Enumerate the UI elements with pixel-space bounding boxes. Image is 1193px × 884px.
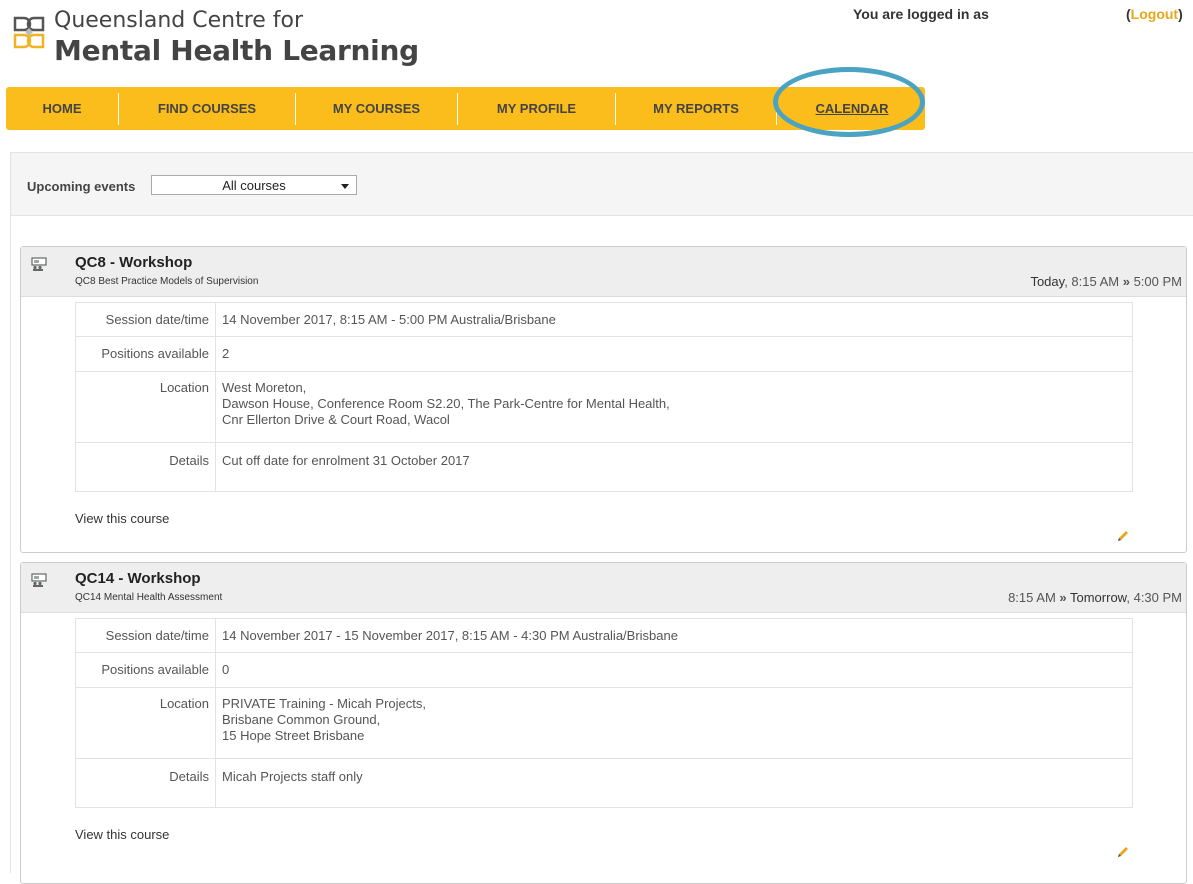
location-label: Location [75,687,216,759]
location-line: West Moreton, [222,380,307,395]
table-row: Session date/time 14 November 2017, 8:15… [75,302,1133,337]
details-value: Cut off date for enrolment 31 October 20… [215,442,1133,492]
location-line: Cnr Ellerton Drive & Court Road, Wacol [222,412,450,427]
event-card: QC8 - Workshop QC8 Best Practice Models … [20,246,1187,553]
event-day-link[interactable]: Today [1030,274,1064,289]
session-details-table: Session date/time 14 November 2017 - 15 … [75,618,1133,808]
nav-find-courses[interactable]: FIND COURSES [119,87,295,130]
view-course-link[interactable]: View this course [75,827,169,842]
nav-my-reports-label: MY REPORTS [653,101,739,116]
nav-my-profile[interactable]: MY PROFILE [458,87,615,130]
event-time-start: , 8:15 AM [1064,274,1123,289]
face-to-face-icon [31,573,47,587]
session-datetime-value: 14 November 2017 - 15 November 2017, 8:1… [222,628,678,643]
event-card: QC14 - Workshop QC14 Mental Health Asses… [20,562,1187,884]
event-title: QC8 - Workshop [75,254,193,271]
upcoming-events-label: Upcoming events [27,179,136,194]
nav-my-profile-label: MY PROFILE [496,101,577,116]
event-time-range: 8:15 AM » Tomorrow, 4:30 PM [1008,590,1182,605]
nav-my-courses[interactable]: MY COURSES [296,87,457,130]
session-datetime-label: Session date/time [75,302,216,337]
event-time-range: Today, 8:15 AM » 5:00 PM [1030,274,1182,289]
table-row: Details Cut off date for enrolment 31 Oc… [75,442,1133,492]
course-filter-value: All courses [222,178,286,193]
location-label: Location [75,371,216,443]
table-row: Location PRIVATE Training - Micah Projec… [75,687,1133,759]
table-row: Positions available 0 [75,652,1133,688]
location-line: Dawson House, Conference Room S2.20, The… [222,396,670,411]
table-row: Details Micah Projects staff only [75,758,1133,808]
nav-my-reports[interactable]: MY REPORTS [616,87,776,130]
logout-link[interactable]: Logout [1131,6,1178,22]
chevron-down-icon [341,184,349,189]
location-value: West Moreton, Dawson House, Conference R… [215,371,1133,443]
details-label: Details [75,442,216,492]
event-time-end: 5:00 PM [1129,274,1182,289]
location-line: PRIVATE Training - Micah Projects, [222,696,426,711]
logo-icon [13,16,45,49]
logout-close-paren: ) [1178,6,1183,22]
logo-line-1: Queensland Centre for [54,8,304,33]
time-arrow-separator: » [1122,274,1130,289]
session-datetime-value: 14 November 2017, 8:15 AM - 5:00 PM Aust… [222,312,556,327]
nav-home[interactable]: HOME [6,87,118,130]
event-header: QC14 - Workshop QC14 Mental Health Asses… [21,563,1186,613]
edit-pencil-icon[interactable] [1116,845,1130,859]
details-value: Micah Projects staff only [215,758,1133,808]
event-header: QC8 - Workshop QC8 Best Practice Models … [21,247,1186,297]
logo-line-2: Mental Health Learning [54,34,419,67]
positions-available-label: Positions available [75,336,216,372]
nav-home-label: HOME [42,101,82,116]
time-arrow-separator: » [1059,590,1067,605]
login-status: You are logged in as [853,6,989,22]
event-day-link[interactable]: Tomorrow [1067,590,1126,605]
event-course-name: QC14 Mental Health Assessment [75,592,223,603]
logout-wrapper: (Logout) [1126,6,1183,22]
event-course-name: QC8 Best Practice Models of Supervision [75,276,259,287]
location-line: 15 Hope Street Brisbane [222,728,365,743]
table-row: Positions available 2 [75,336,1133,372]
session-details-table: Session date/time 14 November 2017, 8:15… [75,302,1133,492]
course-filter-select[interactable]: All courses [151,175,357,195]
session-datetime-label: Session date/time [75,618,216,653]
view-course-link[interactable]: View this course [75,511,169,526]
event-time-end: , 4:30 PM [1126,590,1182,605]
event-title: QC14 - Workshop [75,570,201,587]
table-row: Location West Moreton, Dawson House, Con… [75,371,1133,443]
location-line: Brisbane Common Ground, [222,712,381,727]
calendar-highlight-ring [773,67,925,137]
upcoming-events-filter-bar: Upcoming events All courses [11,153,1193,216]
positions-available-value: 0 [215,652,1133,688]
face-to-face-icon [31,257,47,271]
location-value: PRIVATE Training - Micah Projects, Brisb… [215,687,1133,759]
edit-pencil-icon[interactable] [1116,529,1130,543]
nav-my-courses-label: MY COURSES [332,101,421,116]
positions-available-label: Positions available [75,652,216,688]
event-time-start: 8:15 AM [1008,590,1060,605]
nav-find-courses-label: FIND COURSES [157,101,257,116]
positions-available-value: 2 [215,336,1133,372]
table-row: Session date/time 14 November 2017 - 15 … [75,618,1133,653]
details-label: Details [75,758,216,808]
